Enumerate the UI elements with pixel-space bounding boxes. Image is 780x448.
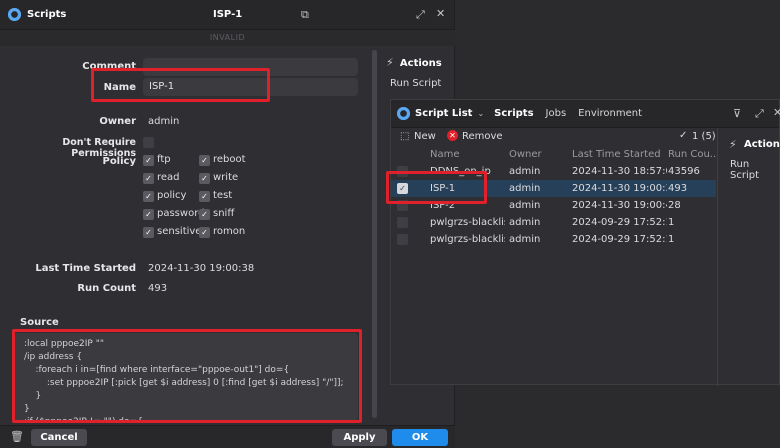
apply-button[interactable]: Apply [332, 429, 387, 446]
new-file-icon: ⬚ [400, 131, 410, 142]
check-icon: ✓ [679, 130, 688, 141]
annotation-row-highlight [386, 171, 487, 204]
policy-checkbox[interactable]: ✓ [143, 173, 154, 184]
maximize-icon[interactable]: ⤢ [416, 8, 425, 22]
form-scrollbar[interactable] [372, 50, 377, 418]
row-cell-count: 1 [668, 234, 675, 245]
row-cell-last: 2024-09-29 17:52:17 [572, 234, 667, 245]
policy-checkbox[interactable]: ✓ [199, 209, 210, 220]
policy-checkbox[interactable]: ✓ [143, 155, 154, 166]
policy-label: Policy [102, 156, 136, 167]
selection-count: 1 (5) [692, 131, 716, 142]
owner-value: admin [148, 116, 180, 127]
lightning-icon: ⚡ [729, 138, 737, 151]
grid-header: Name Owner Last Time Started Run Cou... [391, 146, 716, 162]
run-count-label: Run Count [77, 283, 136, 294]
scripts-app-icon [8, 8, 21, 21]
row-cell-last: 2024-11-30 18:57:04 [572, 166, 667, 177]
policy-option-label: policy [157, 190, 187, 201]
row-cell-name: pwlgrzs-blacklis... [430, 217, 505, 228]
owner-label: Owner [99, 116, 136, 127]
policy-option-label: romon [213, 226, 246, 237]
last-time-started-value: 2024-11-30 19:00:38 [148, 263, 255, 274]
lightning-icon: ⚡ [386, 56, 394, 69]
script-row[interactable]: pwlgrzs-blacklis... admin 2024-09-29 17:52… [391, 214, 716, 231]
row-cell-count: 43596 [668, 166, 700, 177]
remove-button[interactable]: Remove [462, 131, 503, 142]
policy-option-label: write [213, 172, 239, 183]
copy-icon[interactable]: ⧉ [301, 8, 309, 22]
policy-checkbox[interactable]: ✓ [199, 155, 210, 166]
record-title: ISP-1 [213, 9, 243, 20]
script-list-title: Script List [415, 108, 473, 119]
editor-titlebar: Scripts ISP-1 ⧉ ⤢ ✕ [0, 0, 454, 30]
col-run-count[interactable]: Run Cou... [668, 146, 716, 163]
list-actions-heading: Actions [744, 139, 780, 150]
row-cell-owner: admin [509, 200, 541, 211]
list-run-script-action[interactable]: Run Script [730, 159, 780, 181]
remove-x-icon: ✕ [447, 130, 458, 141]
row-cell-owner: admin [509, 183, 541, 194]
row-cell-owner: admin [509, 234, 541, 245]
tab-jobs[interactable]: Jobs [546, 108, 567, 119]
policy-option-label: sniff [213, 208, 235, 219]
actions-heading: Actions [399, 58, 442, 69]
maximize-icon[interactable]: ⤢ [755, 107, 764, 121]
row-cell-count: 28 [668, 200, 681, 211]
actions-panel: ⚡ Actions Run Script [386, 56, 442, 89]
close-icon[interactable]: ✕ [773, 106, 780, 119]
policy-checkbox[interactable]: ✓ [199, 227, 210, 238]
cancel-button[interactable]: Cancel [31, 429, 87, 446]
row-checkbox[interactable] [397, 234, 408, 245]
row-cell-owner: admin [509, 217, 541, 228]
col-last-started[interactable]: Last Time Started [572, 146, 661, 163]
row-cell-last: 2024-11-30 19:00:42 [572, 200, 667, 211]
status-strip: INVALID [0, 30, 455, 46]
col-owner[interactable]: Owner [509, 146, 542, 163]
dont-require-permissions-checkbox[interactable] [143, 137, 154, 148]
list-actions-panel: ⚡ Actions Run Script [717, 128, 780, 386]
policy-checkbox[interactable]: ✓ [143, 227, 154, 238]
row-cell-owner: admin [509, 166, 541, 177]
tab-environment[interactable]: Environment [578, 108, 642, 119]
policy-option-label: test [213, 190, 233, 201]
row-checkbox[interactable] [397, 217, 408, 228]
policy-option-label: sensitive [157, 226, 202, 237]
annotation-source-highlight [12, 329, 362, 423]
scripts-app-icon [397, 107, 410, 120]
annotation-name-highlight [91, 68, 270, 102]
run-script-action[interactable]: Run Script [390, 78, 442, 89]
last-time-started-label: Last Time Started [35, 263, 136, 274]
tab-scripts[interactable]: Scripts [494, 108, 533, 119]
script-row[interactable]: pwlgrzs-blacklis... admin 2024-09-29 17:52… [391, 231, 716, 248]
policy-checkbox[interactable]: ✓ [199, 173, 210, 184]
script-list-titlebar: Script List ⌄ Scripts Jobs Environment ⊽… [391, 100, 780, 128]
row-cell-count: 493 [668, 183, 688, 194]
row-cell-last: 2024-11-30 19:00:38 [572, 183, 667, 194]
run-count-value: 493 [148, 283, 168, 294]
window-title: Scripts [27, 9, 67, 20]
policy-checkbox[interactable]: ✓ [143, 191, 154, 202]
list-toolbar: ⬚ New ✕ Remove ✓ 1 (5) [391, 128, 716, 146]
filter-icon[interactable]: ⊽ [733, 107, 741, 120]
row-cell-count: 1 [668, 217, 675, 228]
trash-icon[interactable]: 🗑 [10, 430, 24, 443]
source-label: Source [20, 317, 59, 328]
policy-option-label: password [157, 208, 205, 219]
ok-button[interactable]: OK [392, 429, 448, 446]
policy-checkbox[interactable]: ✓ [199, 191, 210, 202]
policy-option-label: reboot [213, 154, 246, 165]
policy-option-label: read [157, 172, 180, 183]
script-list-window: Script List ⌄ Scripts Jobs Environment ⊽… [390, 99, 780, 386]
close-icon[interactable]: ✕ [436, 7, 445, 20]
editor-bottom-bar: 🗑 Cancel Apply OK [0, 425, 455, 448]
policy-checkbox[interactable]: ✓ [143, 209, 154, 220]
new-button[interactable]: New [414, 131, 436, 142]
row-cell-last: 2024-09-29 17:52:15 [572, 217, 667, 228]
chevron-down-icon[interactable]: ⌄ [477, 109, 484, 118]
row-cell-name: pwlgrzs-blacklis... [430, 234, 505, 245]
policy-option-label: ftp [157, 154, 171, 165]
col-name[interactable]: Name [430, 146, 460, 163]
